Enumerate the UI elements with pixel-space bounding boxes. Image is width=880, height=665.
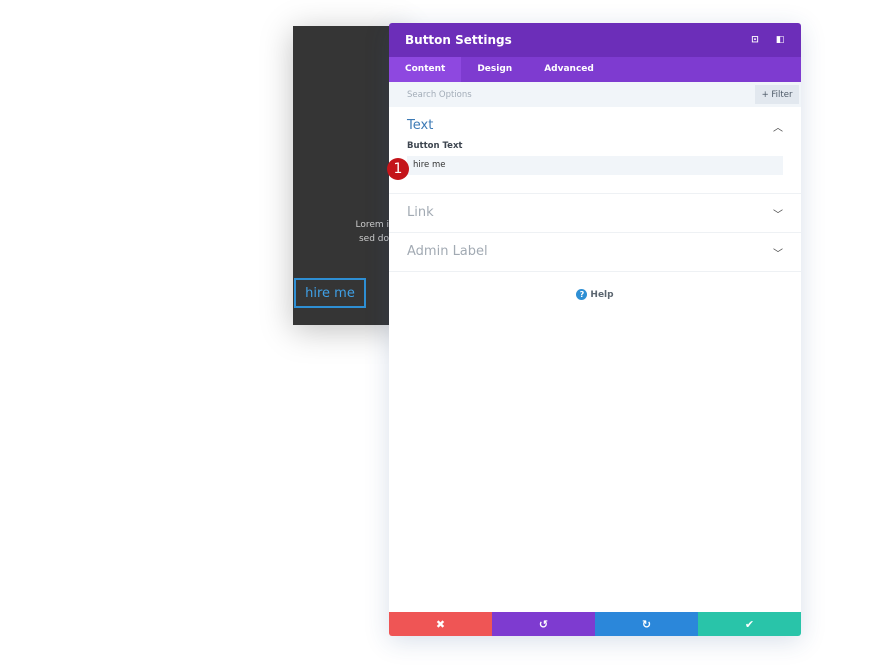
section-link-title[interactable]: Link xyxy=(407,194,783,232)
section-link[interactable]: Link ﹀ xyxy=(389,194,801,233)
panel-title: Button Settings xyxy=(405,33,512,47)
fullscreen-icon[interactable]: ⊡ xyxy=(750,35,760,45)
sidebar-toggle-icon[interactable]: ◧ xyxy=(775,35,785,45)
cancel-button[interactable]: ✖ xyxy=(389,612,492,636)
lorem-text: sed do xyxy=(358,234,389,244)
search-options-input[interactable]: Search Options + Filter xyxy=(389,82,801,107)
section-text: Text ︿ Button Text hire me xyxy=(389,107,801,194)
section-text-toggle[interactable]: Text xyxy=(407,107,783,145)
redo-button[interactable]: ↻ xyxy=(595,612,698,636)
filter-button[interactable]: + Filter xyxy=(755,85,799,104)
save-button[interactable]: ✔ xyxy=(698,612,801,636)
button-text-input[interactable]: hire me xyxy=(407,156,783,175)
section-admin-label[interactable]: Admin Label ﹀ xyxy=(389,233,801,272)
button-text-label: Button Text xyxy=(407,141,463,151)
tab-advanced[interactable]: Advanced xyxy=(528,57,610,82)
lorem-text: Lorem i xyxy=(355,220,389,230)
preview-hire-button[interactable]: hire me xyxy=(294,278,366,308)
panel-tabs: Content Design Advanced xyxy=(389,57,801,82)
panel-header: Button Settings ⊡ ◧ xyxy=(389,23,801,57)
chevron-down-icon[interactable]: ﹀ xyxy=(773,206,783,221)
chevron-down-icon[interactable]: ﹀ xyxy=(773,245,783,260)
panel-footer: ✖ ↺ ↻ ✔ xyxy=(389,612,801,636)
help-icon: ? xyxy=(576,289,588,300)
step-badge: 1 xyxy=(387,158,409,180)
help-link[interactable]: ? Help xyxy=(389,289,801,300)
section-admin-title[interactable]: Admin Label xyxy=(407,233,783,271)
tab-content[interactable]: Content xyxy=(389,57,462,82)
module-preview: Lorem i sed do hire me xyxy=(293,26,403,325)
chevron-up-icon[interactable]: ︿ xyxy=(773,119,783,134)
tab-design[interactable]: Design xyxy=(461,57,528,82)
undo-button[interactable]: ↺ xyxy=(492,612,595,636)
button-settings-panel: Button Settings ⊡ ◧ Content Design Advan… xyxy=(389,23,801,636)
